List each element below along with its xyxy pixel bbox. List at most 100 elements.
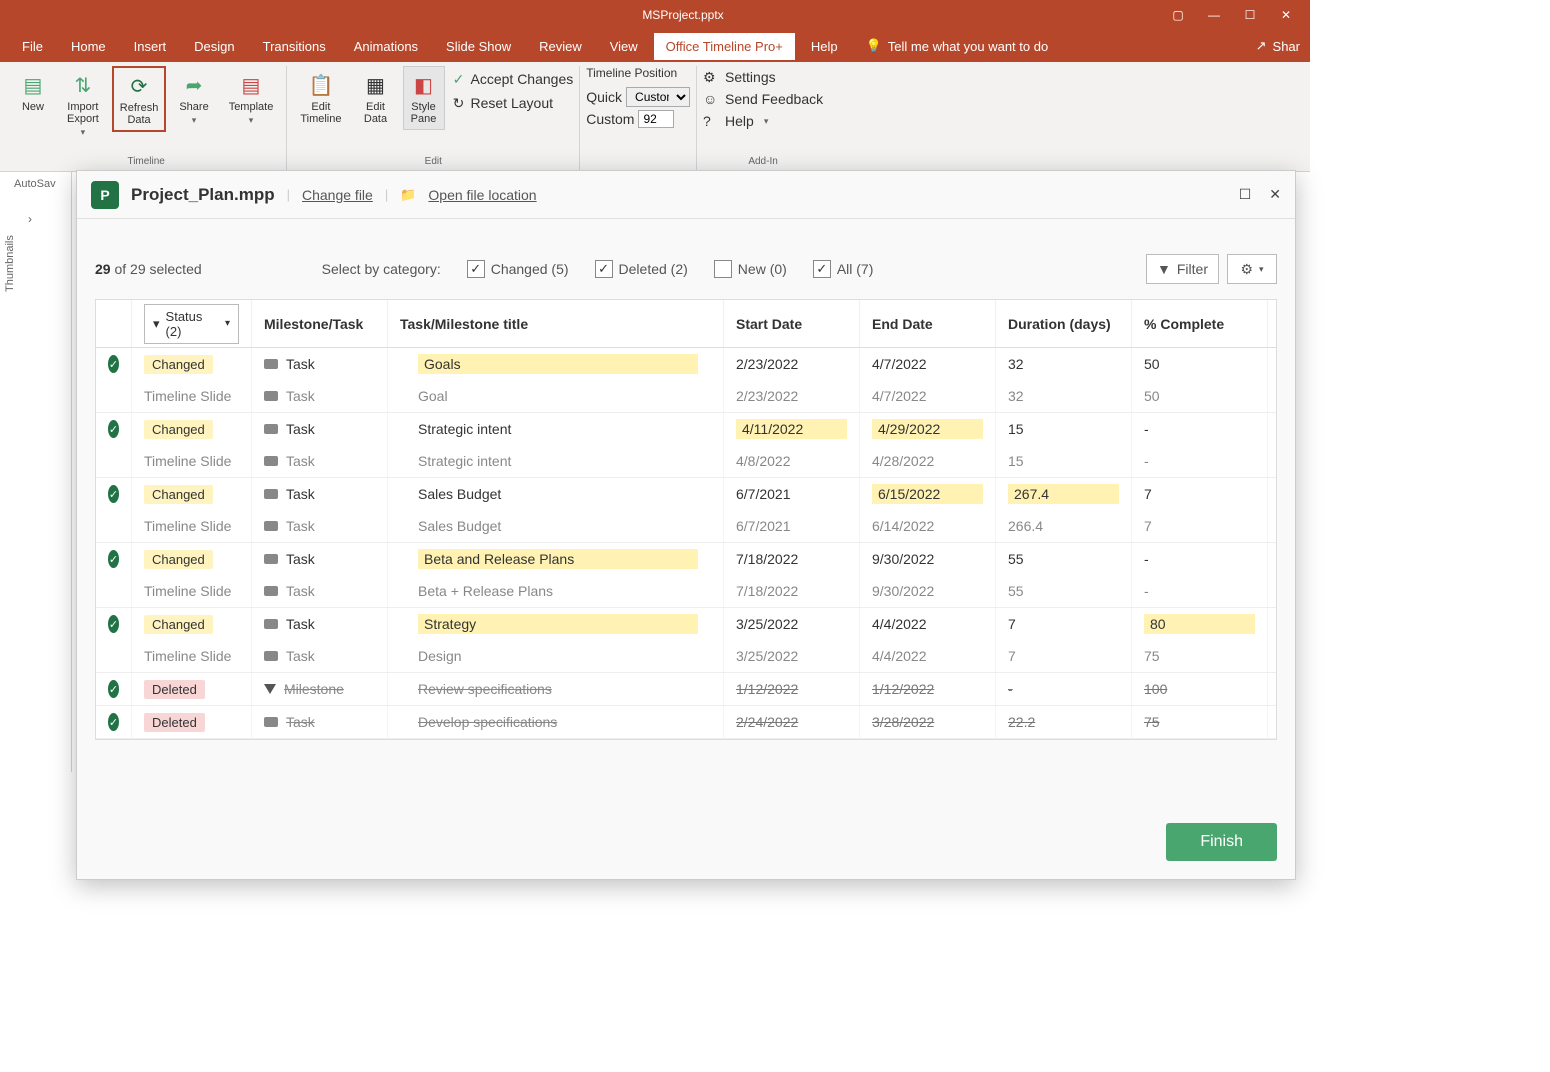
table-row[interactable]: ✓ChangedTaskGoals2/23/20224/7/20223250Ti… <box>96 348 1276 413</box>
table-row[interactable]: ✓ChangedTaskSales Budget6/7/20216/15/202… <box>96 478 1276 543</box>
checkbox-icon[interactable] <box>467 260 485 278</box>
style-pane-icon: ◧ <box>410 71 438 99</box>
checkbox-icon[interactable] <box>714 260 732 278</box>
tab-transitions[interactable]: Transitions <box>251 33 338 60</box>
table-row[interactable]: ✓DeletedMilestoneReview specifications1/… <box>96 673 1276 706</box>
thumbnails-pane-collapsed: AutoSav › Thumbnails <box>0 172 72 772</box>
category-new-label: New (0) <box>738 261 787 277</box>
window-present-icon[interactable]: ▢ <box>1166 8 1190 22</box>
help-button[interactable]: ?Help▾ <box>703 110 823 132</box>
dialog-maximize-icon[interactable]: ☐ <box>1239 186 1252 203</box>
share-timeline-button[interactable]: ➦ Share ▾ <box>172 66 215 131</box>
custom-input[interactable] <box>638 110 674 128</box>
table-row[interactable]: ✓DeletedTaskDevelop specifications2/24/2… <box>96 706 1276 739</box>
header-end[interactable]: End Date <box>860 300 996 347</box>
tab-file[interactable]: File <box>10 33 55 60</box>
row-check-icon[interactable]: ✓ <box>108 355 119 373</box>
status-badge: Changed <box>144 615 213 634</box>
category-deleted[interactable]: Deleted (2) <box>595 260 688 278</box>
status-badge: Changed <box>144 485 213 504</box>
gear-icon: ⚙ <box>1240 261 1253 278</box>
send-feedback-button[interactable]: ☺Send Feedback <box>703 88 823 110</box>
row-check-icon[interactable]: ✓ <box>108 420 119 438</box>
reset-icon: ↻ <box>451 95 467 112</box>
category-new[interactable]: New (0) <box>714 260 787 278</box>
template-button[interactable]: ▤ Template ▾ <box>222 66 281 131</box>
share-icon: ↗ <box>1256 38 1267 54</box>
tab-animations[interactable]: Animations <box>342 33 430 60</box>
category-all[interactable]: All (7) <box>813 260 874 278</box>
category-changed[interactable]: Changed (5) <box>467 260 569 278</box>
autosave-label: AutoSav <box>14 178 56 190</box>
window-minimize-icon[interactable]: — <box>1202 8 1226 22</box>
filter-label: Filter <box>1177 261 1208 277</box>
row-check-icon[interactable]: ✓ <box>108 550 119 568</box>
tab-view[interactable]: View <box>598 33 650 60</box>
group-label-addin: Add-In <box>748 154 777 171</box>
tab-slideshow[interactable]: Slide Show <box>434 33 523 60</box>
tab-design[interactable]: Design <box>182 33 246 60</box>
checkbox-icon[interactable] <box>595 260 613 278</box>
edit-data-icon: ▦ <box>362 71 390 99</box>
custom-label: Custom <box>586 111 634 127</box>
filter-button[interactable]: ▼ Filter <box>1146 254 1219 284</box>
tab-help[interactable]: Help <box>799 33 850 60</box>
changes-table: ▾Status (2)▾ Milestone/Task Task/Milesto… <box>95 299 1277 740</box>
help-icon: ? <box>703 113 719 129</box>
settings-button[interactable]: ⚙Settings <box>703 66 823 88</box>
dialog-close-icon[interactable]: ✕ <box>1269 186 1281 203</box>
finish-button[interactable]: Finish <box>1166 823 1277 861</box>
style-pane-button[interactable]: ◧ Style Pane <box>403 66 445 130</box>
table-header: ▾Status (2)▾ Milestone/Task Task/Milesto… <box>96 300 1276 348</box>
task-icon <box>264 521 278 531</box>
filter-icon: ▼ <box>1157 261 1171 277</box>
accept-changes-button[interactable]: ✓Accept Changes <box>451 68 574 90</box>
import-export-button[interactable]: ⇅ Import Export ▾ <box>60 66 106 143</box>
header-title[interactable]: Task/Milestone title <box>388 300 724 347</box>
share-button[interactable]: ↗ Shar <box>1256 38 1300 54</box>
tab-insert[interactable]: Insert <box>122 33 179 60</box>
tab-home[interactable]: Home <box>59 33 118 60</box>
reset-layout-button[interactable]: ↻Reset Layout <box>451 92 574 114</box>
import-export-label: Import Export <box>67 101 99 125</box>
group-label-edit: Edit <box>425 154 442 171</box>
table-row[interactable]: ✓ChangedTaskBeta and Release Plans7/18/2… <box>96 543 1276 608</box>
new-button[interactable]: ▤ New <box>12 66 54 118</box>
window-maximize-icon[interactable]: ☐ <box>1238 8 1262 22</box>
table-row[interactable]: ✓ChangedTaskStrategy3/25/20224/4/2022780… <box>96 608 1276 673</box>
task-icon <box>264 424 278 434</box>
thumbnails-label[interactable]: Thumbnails <box>4 235 16 292</box>
row-check-icon[interactable]: ✓ <box>108 615 119 633</box>
edit-timeline-button[interactable]: 📋 Edit Timeline <box>293 66 348 130</box>
row-check-icon[interactable]: ✓ <box>108 713 119 731</box>
header-duration[interactable]: Duration (days) <box>996 300 1132 347</box>
edit-data-button[interactable]: ▦ Edit Data <box>355 66 397 130</box>
change-file-link[interactable]: Change file <box>302 187 373 203</box>
header-start[interactable]: Start Date <box>724 300 860 347</box>
selection-count: 29 of 29 selected <box>95 261 202 277</box>
quick-select[interactable]: Custom <box>626 87 690 107</box>
row-check-icon[interactable]: ✓ <box>108 485 119 503</box>
checkbox-icon[interactable] <box>813 260 831 278</box>
status-badge: Changed <box>144 355 213 374</box>
refresh-data-button[interactable]: ⟳ Refresh Data <box>112 66 167 132</box>
ribbon-tabbar: File Home Insert Design Transitions Anim… <box>0 30 1310 62</box>
tab-review[interactable]: Review <box>527 33 594 60</box>
task-icon <box>264 619 278 629</box>
tab-office-timeline[interactable]: Office Timeline Pro+ <box>654 33 795 60</box>
settings-label: Settings <box>725 69 776 85</box>
header-complete[interactable]: % Complete <box>1132 300 1268 347</box>
expand-chevron-icon[interactable]: › <box>28 212 32 226</box>
open-file-location-link[interactable]: Open file location <box>428 187 536 203</box>
header-type[interactable]: Milestone/Task <box>252 300 388 347</box>
table-row[interactable]: ✓ChangedTaskStrategic intent4/11/20224/2… <box>96 413 1276 478</box>
folder-icon: 📁 <box>400 187 416 203</box>
quick-label: Quick <box>586 89 622 105</box>
refresh-icon: ⟳ <box>125 72 153 100</box>
header-status[interactable]: ▾Status (2)▾ <box>132 300 252 347</box>
window-close-icon[interactable]: ✕ <box>1274 8 1298 22</box>
settings-dropdown[interactable]: ⚙▾ <box>1227 254 1277 284</box>
row-check-icon[interactable]: ✓ <box>108 680 119 698</box>
status-badge: Changed <box>144 420 213 439</box>
tell-me-field[interactable]: 💡 Tell me what you want to do <box>866 38 1049 54</box>
